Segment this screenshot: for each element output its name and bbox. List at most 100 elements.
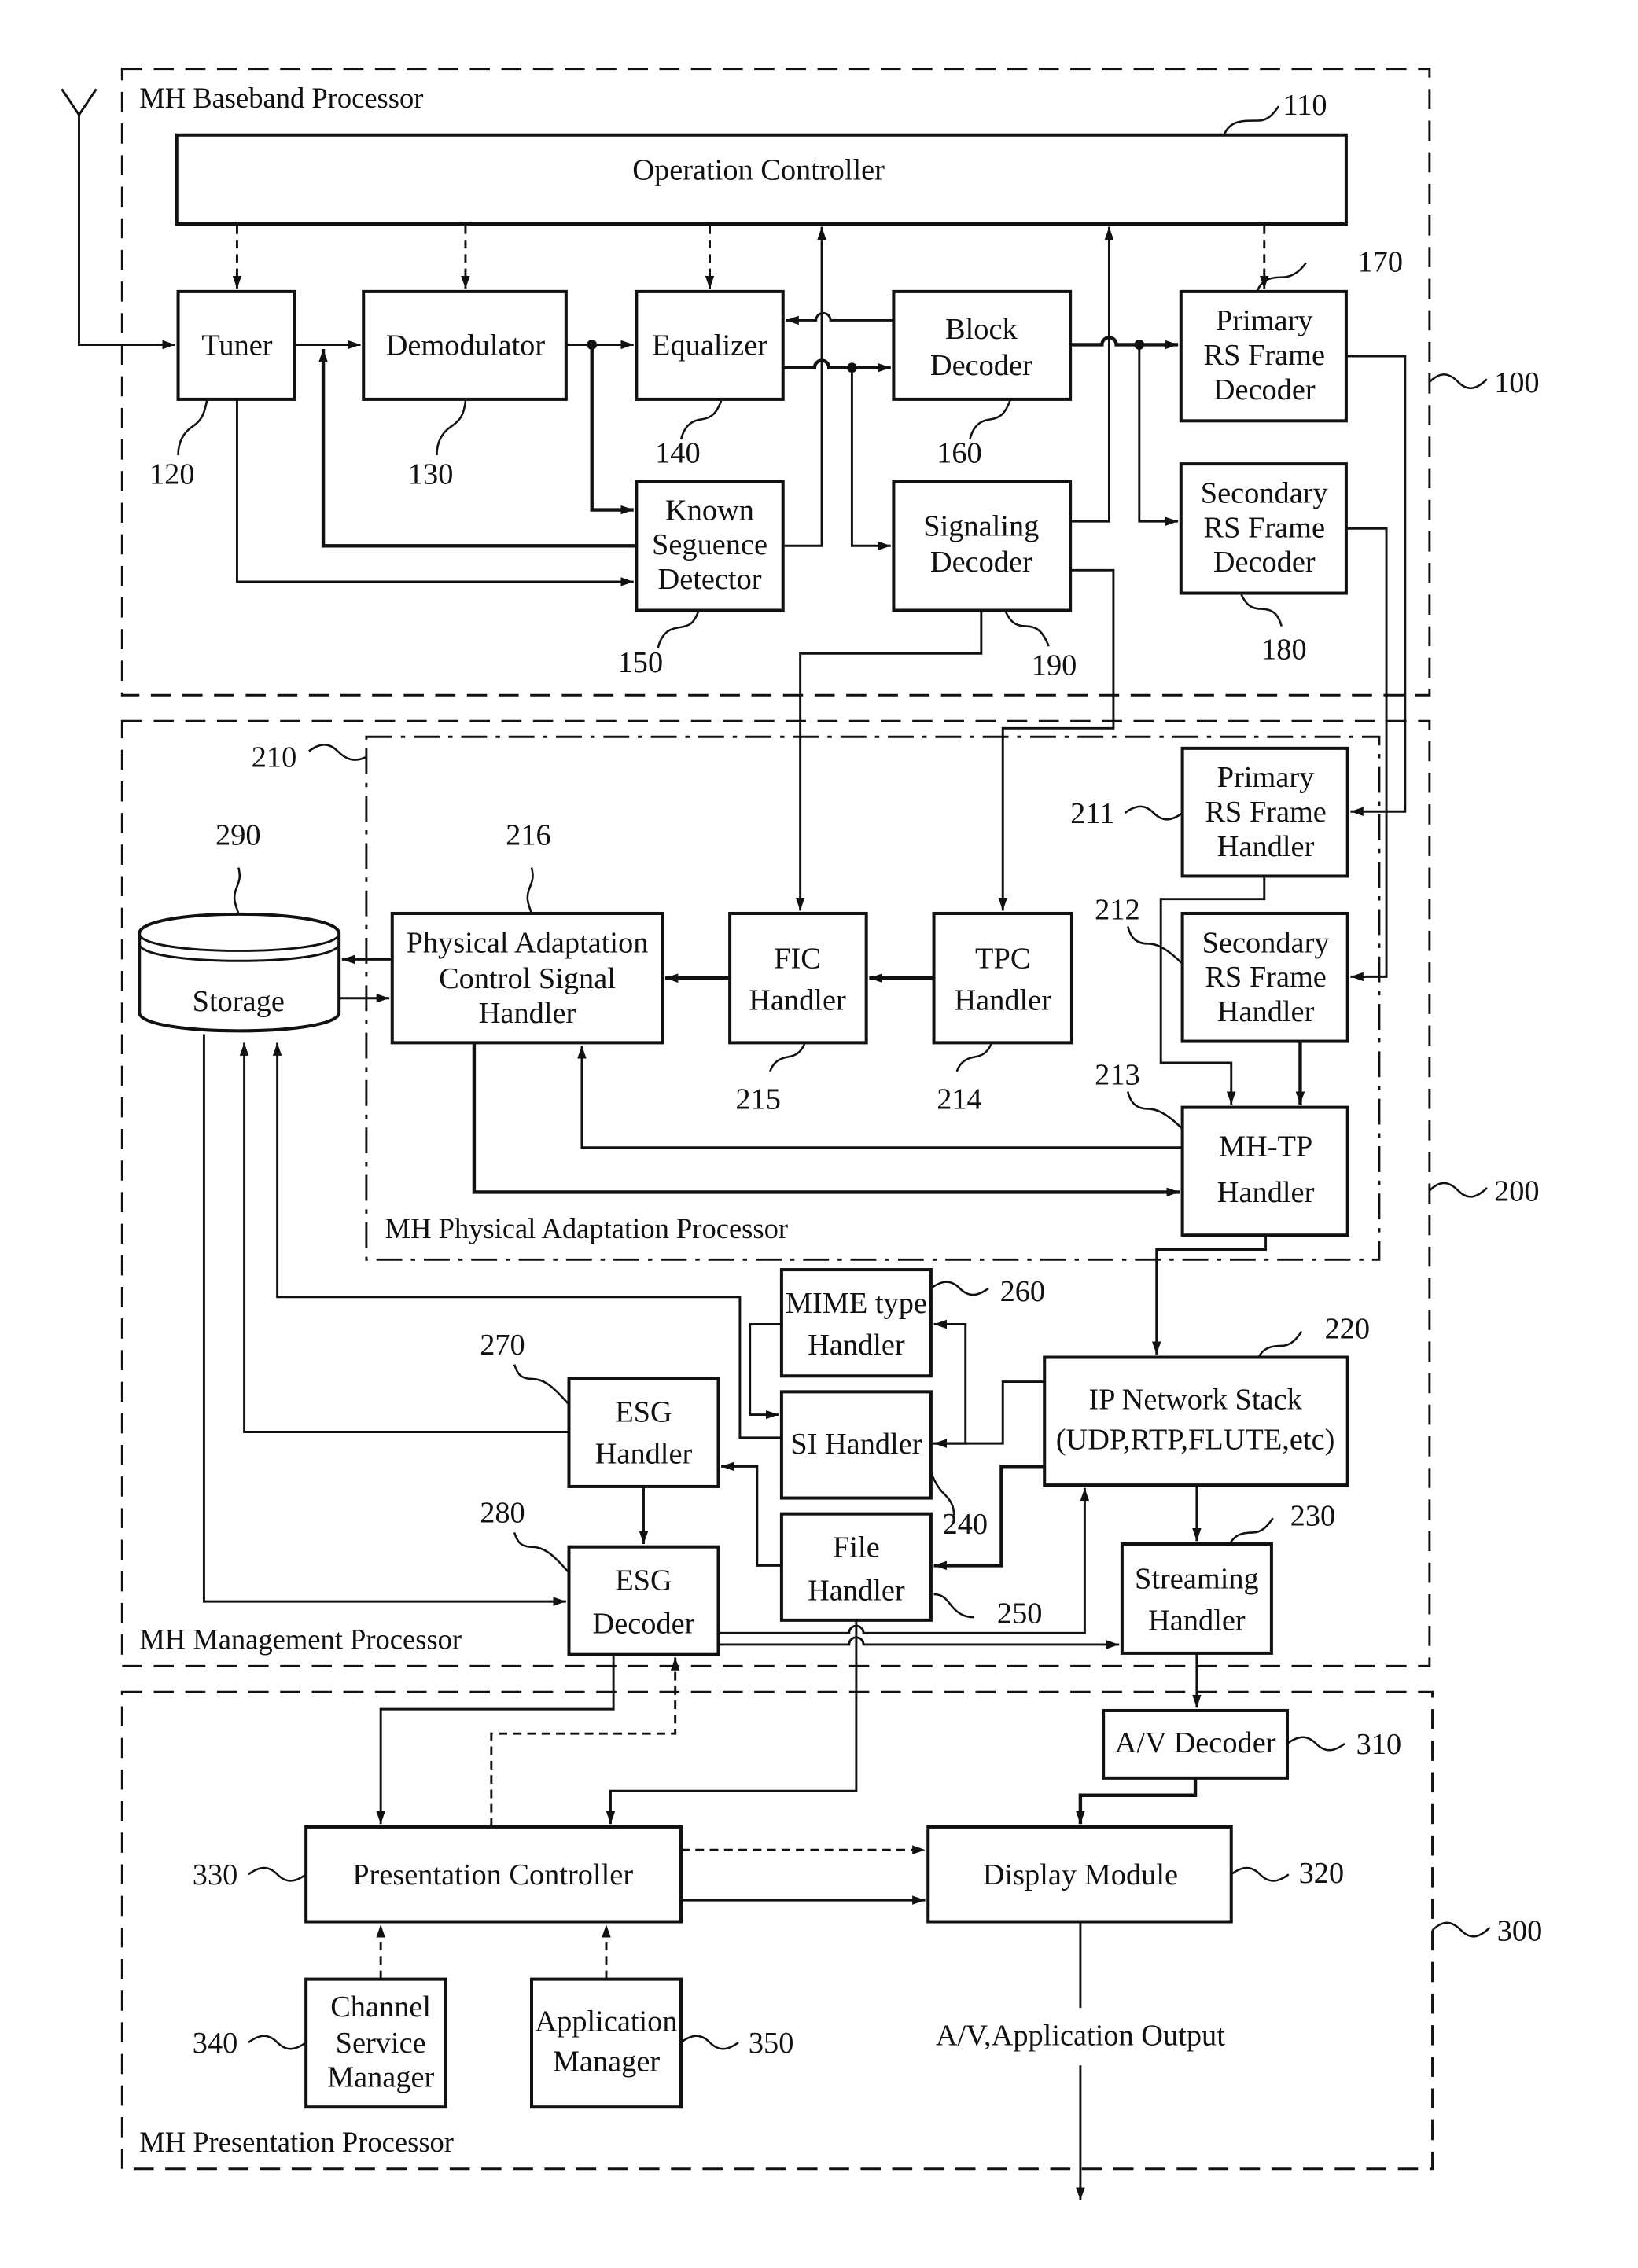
- block-signaling-decoder[interactable]: Signaling Decoder: [892, 480, 1073, 612]
- ref-leader-310: [1286, 1736, 1345, 1752]
- svg-text:Demodulator: Demodulator: [386, 329, 546, 362]
- block-ip-network-stack[interactable]: IP Network Stack (UDP,RTP,FLUTE,etc): [1043, 1355, 1349, 1487]
- block-presentation-controller[interactable]: Presentation Controller: [304, 1825, 683, 1924]
- svg-text:ESG: ESG: [615, 1564, 672, 1597]
- ref-350: 350: [749, 2027, 794, 2060]
- block-secondary-rs-frame-handler[interactable]: Secondary RS Frame Handler: [1180, 911, 1349, 1043]
- block-display-module[interactable]: Display Module: [926, 1825, 1233, 1924]
- svg-text:Channel: Channel: [330, 1990, 431, 2024]
- ref-150: 150: [618, 646, 664, 679]
- svg-text:Primary: Primary: [1217, 761, 1315, 794]
- antenna-icon: [61, 88, 175, 346]
- ref-leader-150: [657, 611, 700, 649]
- ref-leader-100: [1428, 373, 1488, 390]
- ref-140: 140: [655, 436, 701, 469]
- ref-215: 215: [735, 1083, 781, 1116]
- svg-text:Handler: Handler: [954, 983, 1051, 1016]
- ref-leader-250: [933, 1593, 974, 1619]
- block-av-decoder[interactable]: A/V Decoder: [1102, 1708, 1290, 1780]
- block-secondary-rs-frame-decoder[interactable]: Secondary RS Frame Decoder: [1179, 462, 1348, 595]
- ref-leader-270: [513, 1364, 570, 1406]
- block-equalizer[interactable]: Equalizer: [635, 289, 785, 401]
- ref-250: 250: [997, 1597, 1043, 1630]
- ref-210: 210: [252, 741, 297, 774]
- block-esg-handler[interactable]: ESG Handler: [567, 1377, 720, 1488]
- ref-170: 170: [1358, 245, 1404, 278]
- svg-text:Decoder: Decoder: [593, 1607, 695, 1640]
- ref-300: 300: [1497, 1914, 1543, 1947]
- svg-text:RS Frame: RS Frame: [1204, 511, 1326, 544]
- ref-270: 270: [480, 1329, 525, 1362]
- ref-leader-200: [1428, 1182, 1488, 1198]
- output-label: A/V,Application Output: [936, 2020, 1225, 2053]
- svg-text:Decoder: Decoder: [1213, 373, 1316, 406]
- group-physical-adaptation-title: MH Physical Adaptation Processor: [385, 1212, 788, 1244]
- ref-110: 110: [1283, 89, 1327, 122]
- block-operation-controller[interactable]: Operation Controller: [175, 133, 1348, 226]
- ref-leader-110: [1223, 105, 1280, 136]
- storage-cylinder-icon[interactable]: Storage: [138, 912, 341, 1033]
- svg-text:Handler: Handler: [749, 983, 846, 1016]
- ref-310: 310: [1356, 1728, 1402, 1761]
- svg-text:Handler: Handler: [1217, 1176, 1315, 1209]
- block-file-handler[interactable]: File Handler: [779, 1512, 933, 1622]
- ref-leader-260: [930, 1281, 989, 1296]
- block-block-decoder[interactable]: Block Decoder: [892, 289, 1073, 401]
- ref-100: 100: [1494, 366, 1540, 399]
- block-si-handler[interactable]: SI Handler: [779, 1390, 933, 1500]
- ref-160: 160: [937, 436, 982, 469]
- block-esg-decoder[interactable]: ESG Decoder: [567, 1545, 720, 1656]
- ref-leader-180: [1240, 594, 1283, 627]
- ref-leader-280: [513, 1532, 570, 1574]
- block-tpc-handler[interactable]: TPC Handler: [932, 911, 1073, 1045]
- ref-290: 290: [215, 818, 261, 851]
- ref-340: 340: [193, 2027, 238, 2060]
- block-tuner[interactable]: Tuner: [176, 289, 296, 401]
- ref-120: 120: [149, 458, 195, 491]
- svg-text:Physical Adaptation: Physical Adaptation: [407, 926, 649, 959]
- ref-leader-220: [1257, 1330, 1303, 1358]
- block-channel-service-manager[interactable]: Channel Service Manager: [304, 1977, 447, 2109]
- block-mime-type-handler[interactable]: MIME type Handler: [779, 1268, 933, 1378]
- svg-text:Handler: Handler: [1148, 1605, 1246, 1638]
- block-diagram: MH Baseband Processor 100 MH Management …: [61, 68, 1543, 2200]
- ref-leader-212: [1126, 926, 1183, 965]
- svg-text:TPC: TPC: [975, 942, 1030, 975]
- block-mh-tp-handler[interactable]: MH-TP Handler: [1180, 1105, 1349, 1237]
- svg-text:Display Module: Display Module: [983, 1858, 1178, 1891]
- ref-200: 200: [1494, 1174, 1540, 1208]
- ref-220: 220: [1324, 1313, 1370, 1346]
- svg-text:MIME type: MIME type: [786, 1287, 927, 1320]
- ref-216: 216: [506, 818, 551, 851]
- block-primary-rs-frame-decoder[interactable]: Primary RS Frame Decoder: [1179, 289, 1348, 423]
- svg-text:A/V Decoder: A/V Decoder: [1115, 1726, 1276, 1759]
- svg-text:Decoder: Decoder: [930, 546, 1032, 579]
- svg-text:Handler: Handler: [808, 1574, 905, 1607]
- svg-text:Handler: Handler: [808, 1329, 905, 1362]
- ref-leader-350: [680, 2035, 739, 2050]
- svg-text:Secondary: Secondary: [1202, 926, 1331, 959]
- block-streaming-handler[interactable]: Streaming Handler: [1120, 1542, 1273, 1655]
- svg-text:MH-TP: MH-TP: [1219, 1130, 1312, 1163]
- svg-text:Manager: Manager: [327, 2061, 435, 2094]
- svg-text:Operation Controller: Operation Controller: [632, 153, 885, 186]
- block-physical-adaptation-control-signal-handler[interactable]: Physical Adaptation Control Signal Handl…: [390, 911, 664, 1045]
- svg-text:Equalizer: Equalizer: [652, 329, 767, 362]
- block-application-manager[interactable]: Application Manager: [529, 1977, 683, 2109]
- block-known-sequence-detector[interactable]: Known Seguence Detector: [635, 480, 785, 612]
- svg-text:IP Network Stack: IP Network Stack: [1088, 1383, 1302, 1416]
- block-demodulator[interactable]: Demodulator: [362, 289, 568, 401]
- svg-text:ESG: ESG: [615, 1396, 672, 1429]
- group-management-title: MH Management Processor: [139, 1623, 462, 1655]
- ref-leader-120: [177, 400, 208, 456]
- block-primary-rs-frame-handler[interactable]: Primary RS Frame Handler: [1180, 746, 1349, 878]
- group-baseband-title: MH Baseband Processor: [139, 82, 423, 114]
- ref-260: 260: [1000, 1275, 1046, 1308]
- svg-text:Decoder: Decoder: [1213, 546, 1316, 579]
- block-fic-handler[interactable]: FIC Handler: [728, 911, 868, 1045]
- ref-214: 214: [937, 1083, 982, 1116]
- ref-240: 240: [943, 1508, 988, 1541]
- ref-leader-140: [679, 400, 723, 440]
- svg-text:Signaling: Signaling: [923, 509, 1039, 542]
- ref-leader-330: [248, 1866, 307, 1882]
